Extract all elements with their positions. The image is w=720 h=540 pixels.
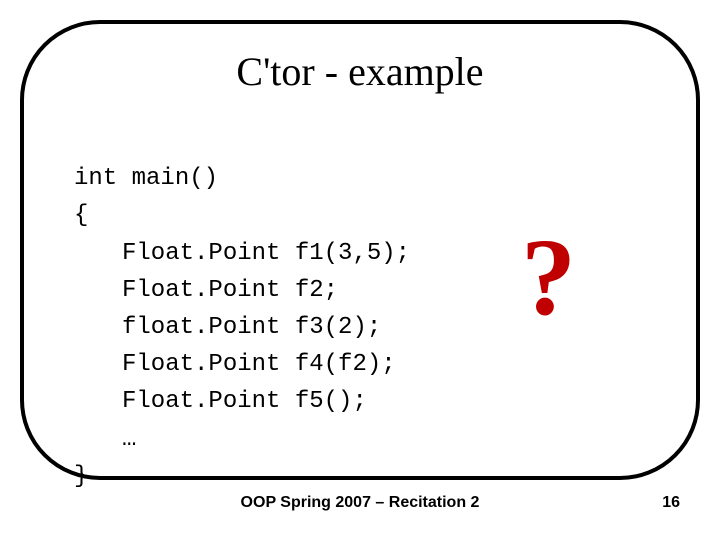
page-number: 16 — [662, 494, 680, 512]
code-line: float.Point f3(2); — [74, 314, 381, 341]
code-line: int main() — [74, 165, 218, 192]
slide-frame: C'tor - example int main() { Float.Point… — [20, 20, 700, 480]
code-line: { — [74, 202, 88, 229]
question-mark: ? — [521, 214, 576, 341]
code-line: Float.Point f2; — [74, 277, 338, 304]
code-line: Float.Point f1(3,5); — [74, 240, 410, 267]
slide: C'tor - example int main() { Float.Point… — [0, 0, 720, 540]
code-line: } — [74, 463, 88, 490]
code-line: Float.Point f4(f2); — [74, 351, 396, 378]
slide-title: C'tor - example — [74, 48, 646, 95]
code-line: … — [74, 426, 136, 453]
footer: OOP Spring 2007 – Recitation 2 16 — [0, 494, 720, 518]
code-line: Float.Point f5(); — [74, 388, 367, 415]
footer-text: OOP Spring 2007 – Recitation 2 — [0, 494, 720, 512]
